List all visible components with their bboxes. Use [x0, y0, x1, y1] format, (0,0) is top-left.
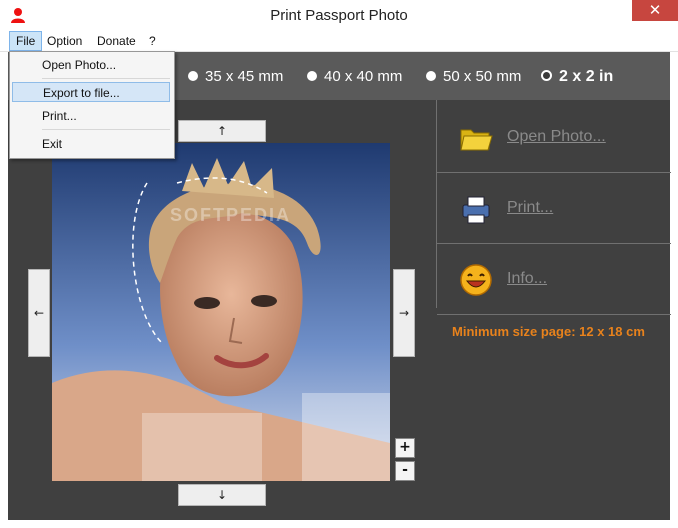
watermark-text: SOFTPEDIA: [170, 205, 292, 225]
menu-print[interactable]: Print...: [12, 106, 170, 126]
size-option-2x2in[interactable]: 2 x 2 in: [541, 69, 613, 85]
menu-open-photo[interactable]: Open Photo...: [12, 55, 170, 75]
print-label: Print...: [507, 199, 554, 216]
size-option-40x40[interactable]: 40 x 40 mm: [307, 69, 402, 85]
open-photo-label: Open Photo...: [507, 128, 606, 145]
file-menu-dropdown: Open Photo... Export to file... Print...…: [9, 51, 175, 159]
folder-icon: [460, 129, 493, 151]
move-right-button[interactable]: →: [393, 269, 415, 357]
move-up-button[interactable]: ↑: [178, 120, 266, 142]
main-window: Print Passport Photo ✕ File Option Donat…: [0, 0, 678, 528]
close-button[interactable]: ✕: [632, 0, 678, 21]
size-option-35x45[interactable]: 35 x 45 mm: [188, 69, 283, 85]
menu-option[interactable]: Option: [41, 32, 88, 50]
menu-separator: [42, 78, 170, 79]
move-down-button[interactable]: ↓: [178, 484, 266, 506]
zoom-in-button[interactable]: +: [395, 438, 415, 458]
info-label: Info...: [507, 270, 548, 287]
menu-export-to-file[interactable]: Export to file...: [12, 82, 170, 102]
size-option-label: 35 x 45 mm: [205, 68, 284, 85]
radio-icon: [188, 71, 198, 81]
zoom-out-button[interactable]: -: [395, 461, 415, 481]
photo-image: [52, 143, 390, 481]
menu-donate[interactable]: Donate: [91, 32, 142, 50]
menu-file[interactable]: File: [9, 31, 43, 51]
action-panel: Open Photo... Print... Info...: [436, 100, 671, 315]
smiley-icon: [460, 264, 492, 296]
menu-separator: [42, 129, 170, 130]
minimum-size-text: Minimum size page: 12 x 18 cm: [452, 324, 645, 339]
print-action[interactable]: Print...: [437, 173, 671, 244]
size-option-label: 40 x 40 mm: [324, 68, 403, 85]
printer-icon: [462, 196, 490, 224]
passport-photo[interactable]: SOFTPEDIA: [52, 143, 390, 481]
radio-selected-icon: [541, 70, 552, 81]
menu-help[interactable]: ?: [143, 32, 162, 50]
size-option-label: 2 x 2 in: [559, 68, 614, 85]
size-option-label: 50 x 50 mm: [443, 68, 522, 85]
menu-bar: File Option Donate ?: [0, 31, 678, 52]
move-left-button[interactable]: ←: [28, 269, 50, 357]
radio-icon: [307, 71, 317, 81]
window-title: Print Passport Photo: [270, 7, 408, 24]
title-bar: Print Passport Photo ✕: [0, 0, 678, 31]
open-photo-action[interactable]: Open Photo...: [437, 102, 671, 173]
radio-icon: [426, 71, 436, 81]
size-option-50x50[interactable]: 50 x 50 mm: [426, 69, 521, 85]
menu-exit[interactable]: Exit: [12, 134, 170, 154]
info-action[interactable]: Info...: [437, 244, 671, 315]
